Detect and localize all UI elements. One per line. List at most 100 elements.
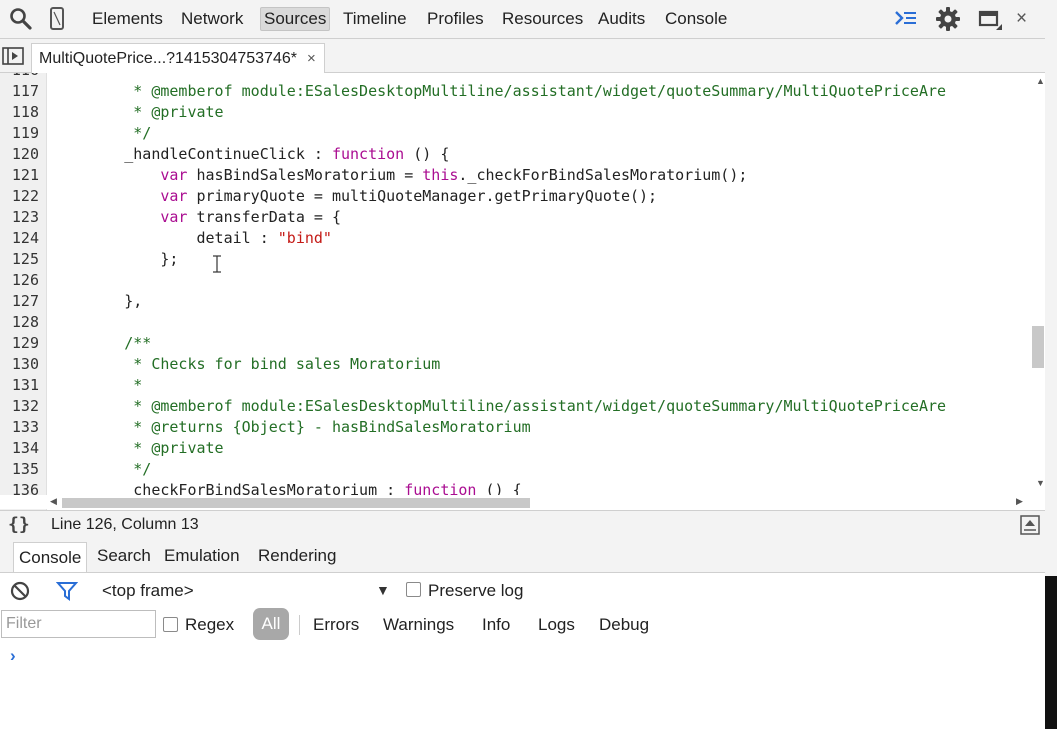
code-line[interactable]: 127 },	[0, 291, 1045, 312]
scroll-up-icon[interactable]: ▲	[1036, 76, 1045, 86]
code-token: function	[331, 145, 405, 163]
scroll-left-icon[interactable]: ◀	[50, 496, 57, 507]
code-editor[interactable]: 116117 * @memberof module:ESalesDesktopM…	[0, 73, 1045, 510]
level-filter-info[interactable]: Info	[482, 615, 510, 635]
scroll-right-icon[interactable]: ▶	[1016, 496, 1023, 507]
code-line[interactable]: 120 _handleContinueClick : function () {	[0, 144, 1045, 165]
code-line[interactable]: 128	[0, 312, 1045, 333]
level-filter-warnings[interactable]: Warnings	[383, 615, 454, 635]
line-number[interactable]: 128	[0, 312, 39, 333]
tab-audits[interactable]: Audits	[595, 8, 648, 30]
line-number[interactable]: 120	[0, 144, 39, 165]
line-number[interactable]: 116	[0, 73, 39, 81]
code-line[interactable]: 130 * Checks for bind sales Moratorium	[0, 354, 1045, 375]
frame-selector[interactable]: <top frame>	[102, 581, 194, 601]
code-token: () {	[404, 145, 450, 163]
code-token: transferData = {	[187, 208, 341, 226]
code-line[interactable]: 131 *	[0, 375, 1045, 396]
line-number[interactable]: 117	[0, 81, 39, 102]
code-line[interactable]: 135 */	[0, 459, 1045, 480]
frame-dropdown-arrow-icon[interactable]: ▼	[376, 582, 390, 598]
console-filter-input[interactable]	[1, 610, 156, 638]
code-line[interactable]: 125 };	[0, 249, 1045, 270]
tab-timeline[interactable]: Timeline	[340, 8, 410, 30]
horizontal-scrollbar-thumb[interactable]	[62, 498, 530, 508]
code-line[interactable]: 132 * @memberof module:ESalesDesktopMult…	[0, 396, 1045, 417]
drawer-tab-console[interactable]: Console	[13, 542, 88, 572]
preserve-log-label[interactable]: Preserve log	[428, 581, 523, 601]
console-prompt-icon: ›	[10, 646, 16, 665]
line-number[interactable]: 131	[0, 375, 39, 396]
editor-status-bar: {} Line 126, Column 13	[0, 510, 1045, 540]
search-icon[interactable]	[8, 6, 34, 32]
line-number[interactable]: 122	[0, 186, 39, 207]
line-number[interactable]: 135	[0, 459, 39, 480]
line-number[interactable]: 129	[0, 333, 39, 354]
tab-resources[interactable]: Resources	[499, 8, 586, 30]
line-number[interactable]: 119	[0, 123, 39, 144]
level-filter-debug[interactable]: Debug	[599, 615, 649, 635]
scroll-down-icon[interactable]: ▼	[1036, 478, 1045, 488]
drawer-tab-bar: Console Search Emulation Rendering	[0, 539, 1045, 573]
level-filter-errors[interactable]: Errors	[313, 615, 359, 635]
code-line[interactable]: 124 detail : "bind"	[0, 228, 1045, 249]
code-token: ._checkForBindSalesMoratorium();	[458, 166, 748, 184]
pretty-print-icon[interactable]: {}	[8, 514, 30, 535]
line-number[interactable]: 124	[0, 228, 39, 249]
code-line[interactable]: 133 * @returns {Object} - hasBindSalesMo…	[0, 417, 1045, 438]
console-output-area[interactable]: ›	[0, 643, 1045, 729]
code-line[interactable]: 118 * @private	[0, 102, 1045, 123]
tab-console[interactable]: Console	[662, 8, 730, 30]
level-filter-logs[interactable]: Logs	[538, 615, 575, 635]
line-number[interactable]: 118	[0, 102, 39, 123]
line-number[interactable]: 133	[0, 417, 39, 438]
code-token: _handleContinueClick :	[52, 145, 332, 163]
close-file-icon[interactable]: ×	[307, 50, 316, 67]
code-token: this	[422, 166, 459, 184]
console-filter-bar: Regex All Errors Warnings Info Logs Debu…	[0, 607, 1045, 643]
drawer-tab-rendering[interactable]: Rendering	[258, 546, 336, 566]
close-icon[interactable]: ×	[1013, 8, 1030, 30]
code-line[interactable]: 116	[0, 73, 1045, 81]
code-line[interactable]: 122 var primaryQuote = multiQuoteManager…	[0, 186, 1045, 207]
clear-console-icon[interactable]	[10, 581, 30, 601]
line-number[interactable]: 121	[0, 165, 39, 186]
code-line[interactable]: 134 * @private	[0, 438, 1045, 459]
tab-elements[interactable]: Elements	[89, 8, 166, 30]
code-line[interactable]: 129 /**	[0, 333, 1045, 354]
line-number[interactable]: 132	[0, 396, 39, 417]
code-line[interactable]: 126	[0, 270, 1045, 291]
vertical-scrollbar-thumb[interactable]	[1032, 326, 1044, 368]
line-number[interactable]: 134	[0, 438, 39, 459]
line-number[interactable]: 126	[0, 270, 39, 291]
regex-checkbox[interactable]	[163, 617, 178, 632]
preserve-log-checkbox[interactable]	[406, 582, 421, 597]
navigator-toggle-icon[interactable]	[2, 47, 24, 65]
line-number[interactable]: 123	[0, 207, 39, 228]
line-number[interactable]: 130	[0, 354, 39, 375]
file-tab-active[interactable]: MultiQuotePrice...?1415304753746* ×	[31, 43, 325, 73]
regex-label[interactable]: Regex	[185, 615, 234, 635]
code-token: var	[160, 208, 188, 226]
tab-sources[interactable]: Sources	[260, 7, 331, 31]
drawer-tab-emulation[interactable]: Emulation	[164, 546, 240, 566]
filter-funnel-icon[interactable]	[56, 581, 78, 601]
console-drawer-icon[interactable]	[893, 6, 919, 32]
code-text: };	[52, 249, 178, 270]
code-line[interactable]: 121 var hasBindSalesMoratorium = this._c…	[0, 165, 1045, 186]
toggle-drawer-icon[interactable]	[1020, 515, 1040, 535]
tab-profiles[interactable]: Profiles	[424, 8, 487, 30]
line-number[interactable]: 127	[0, 291, 39, 312]
code-line[interactable]: 119 */	[0, 123, 1045, 144]
settings-gear-icon[interactable]	[935, 6, 961, 32]
code-token: /**	[52, 334, 152, 352]
tab-network[interactable]: Network	[178, 8, 246, 30]
level-filter-all[interactable]: All	[253, 608, 289, 640]
code-line[interactable]: 117 * @memberof module:ESalesDesktopMult…	[0, 81, 1045, 102]
drawer-tab-search[interactable]: Search	[97, 546, 151, 566]
line-number[interactable]: 125	[0, 249, 39, 270]
device-mode-icon[interactable]	[44, 6, 70, 32]
dock-side-icon[interactable]	[976, 6, 1002, 32]
code-line[interactable]: 123 var transferData = {	[0, 207, 1045, 228]
